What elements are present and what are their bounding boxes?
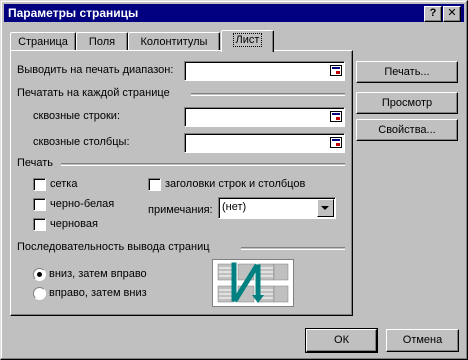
black-and-white-checkbox[interactable] (33, 198, 46, 211)
down-then-over-radio[interactable] (33, 268, 46, 281)
over-then-down-radio[interactable] (33, 287, 46, 300)
tab-page[interactable]: Страница (10, 32, 76, 51)
columns-to-repeat-input[interactable] (184, 133, 345, 153)
page-setup-dialog: Параметры страницы ? ✕ Страница Поля Кол… (0, 0, 468, 360)
tab-margins[interactable]: Поля (76, 32, 128, 51)
chevron-down-icon[interactable] (317, 199, 334, 217)
comments-select-value: (нет) (222, 201, 247, 213)
print-area-input[interactable] (184, 61, 345, 81)
group-divider (61, 163, 345, 166)
black-and-white-label[interactable]: черно-белая (50, 198, 114, 210)
print-area-label: Выводить на печать диапазон: (17, 64, 174, 76)
group-divider (191, 93, 345, 96)
print-preview-button[interactable]: Просмотр (356, 92, 458, 114)
tab-page-label: Страница (18, 36, 68, 48)
options-button[interactable]: Свойства... (356, 119, 458, 141)
collapse-dialog-icon[interactable] (330, 111, 342, 122)
print-button[interactable]: Печать... (356, 61, 458, 83)
tab-sheet[interactable]: Лист (221, 30, 274, 52)
title-bar: Параметры страницы ? ✕ (4, 4, 464, 22)
row-col-headings-checkbox[interactable] (148, 178, 161, 191)
comments-label: примечания: (148, 204, 213, 216)
gridlines-label[interactable]: сетка (50, 178, 77, 190)
draft-quality-label[interactable]: черновая (50, 218, 98, 230)
cancel-button[interactable]: Отмена (386, 329, 459, 352)
over-then-down-label[interactable]: вправо, затем вниз (49, 287, 147, 299)
print-group-label: Печать (17, 157, 54, 169)
columns-to-repeat-label: сквозные столбцы: (33, 136, 130, 148)
page-order-preview-icon (212, 259, 294, 307)
draft-quality-checkbox[interactable] (33, 218, 46, 231)
group-divider (241, 247, 345, 250)
dialog-title: Параметры страницы (8, 6, 139, 20)
collapse-dialog-icon[interactable] (330, 137, 342, 148)
collapse-dialog-icon[interactable] (330, 65, 342, 76)
tab-header-footer[interactable]: Колонтитулы (128, 32, 220, 51)
row-col-headings-label[interactable]: заголовки строк и столбцов (165, 178, 305, 190)
close-button[interactable]: ✕ (443, 6, 461, 22)
comments-select[interactable]: (нет) (218, 197, 336, 219)
tab-header-footer-label: Колонтитулы (140, 36, 208, 48)
help-button[interactable]: ? (424, 6, 442, 22)
gridlines-checkbox[interactable] (33, 178, 46, 191)
sheet-tab-panel: Выводить на печать диапазон: Печатать на… (10, 50, 353, 316)
tab-sheet-label: Лист (232, 33, 263, 47)
print-titles-group-label: Печатать на каждой странице (17, 87, 170, 99)
rows-to-repeat-input[interactable] (184, 107, 345, 127)
ok-button[interactable]: ОК (305, 328, 378, 353)
rows-to-repeat-label: сквозные строки: (33, 110, 121, 122)
page-order-group-label: Последовательность вывода страниц (17, 241, 210, 253)
tab-margins-label: Поля (88, 36, 116, 48)
down-then-over-label[interactable]: вниз, затем вправо (49, 268, 147, 280)
radio-selected-dot (37, 272, 42, 277)
